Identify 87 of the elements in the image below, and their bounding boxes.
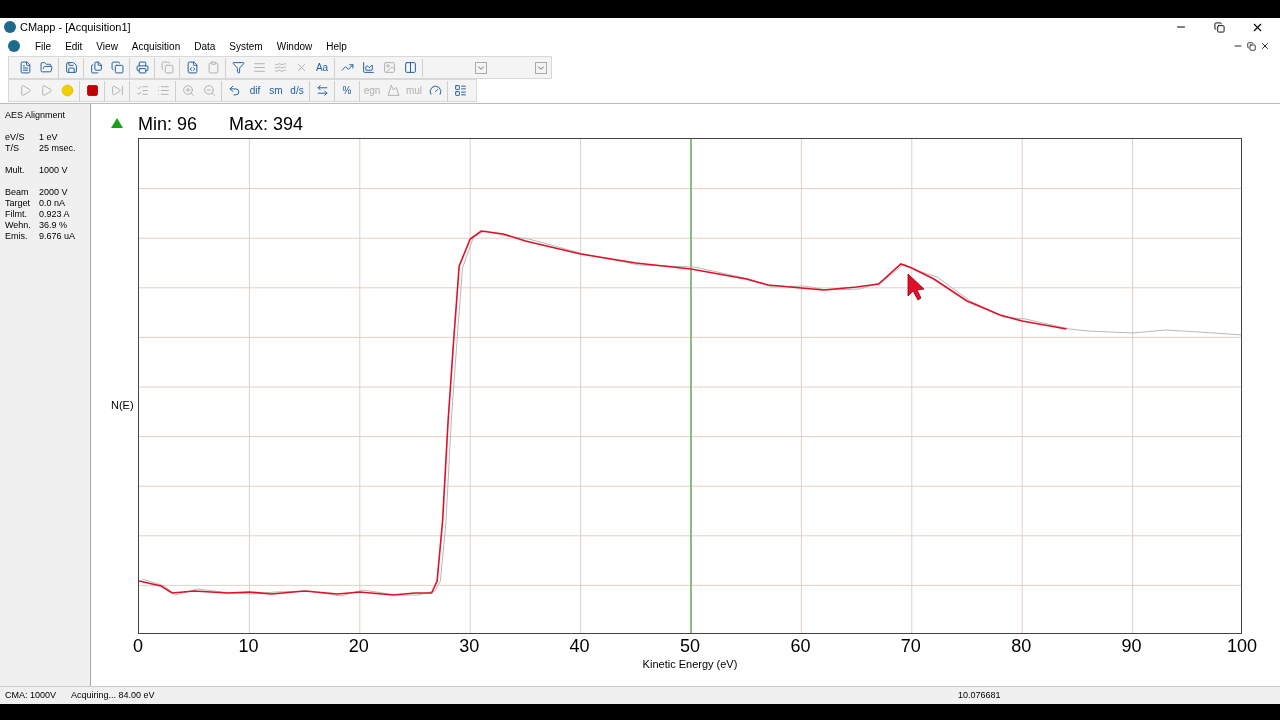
circle-icon <box>60 84 74 97</box>
x-tick-label: 10 <box>238 636 259 656</box>
menu-item[interactable]: Window <box>269 38 320 54</box>
parameter-value: 0.0 nA <box>39 198 66 209</box>
text-tool-button[interactable]: % <box>337 80 357 101</box>
x-tick-label: 90 <box>1121 636 1142 656</box>
restore-icon <box>1213 21 1225 33</box>
menu-item[interactable]: Edit <box>58 38 90 54</box>
chevron-icon <box>475 61 487 74</box>
panel-title: AES Alignment <box>5 110 67 121</box>
cursor-icon <box>907 273 925 301</box>
copy-icon <box>160 61 174 74</box>
x-tick-label: 100 <box>1227 636 1257 656</box>
columns-icon <box>403 61 417 74</box>
x-tick-label: 40 <box>569 636 590 656</box>
checklist-icon <box>135 84 149 97</box>
zoom-out-icon <box>202 84 216 97</box>
funnel-icon <box>231 61 245 74</box>
x-tick-label: 20 <box>348 636 369 656</box>
parameter-value: 1 eV <box>39 132 58 143</box>
parameter-value: 36.9 % <box>39 220 68 231</box>
parameter-label: Target <box>5 198 31 209</box>
triangle-icon <box>111 118 123 128</box>
x-tick-label: 70 <box>900 636 921 656</box>
menu-item[interactable]: Data <box>187 38 223 54</box>
list-icon <box>156 84 170 97</box>
area-chart-icon <box>361 61 375 74</box>
zoom-in-icon <box>181 84 195 97</box>
parameter-label: Filmt. <box>5 209 28 220</box>
status-text: Acquiring... 84.00 eV <box>71 688 156 702</box>
arrows-icon <box>315 84 329 97</box>
parameter-value: 9.676 uA <box>39 231 76 242</box>
menu-item[interactable]: View <box>89 38 125 54</box>
parameter-label: Wehn. <box>5 220 32 231</box>
x-axis-label: Kinetic Energy (eV) <box>642 657 738 672</box>
parameter-value: 1000 V <box>39 165 68 176</box>
text-tool-button[interactable]: sm <box>266 80 286 101</box>
restore-icon[interactable] <box>1247 41 1256 51</box>
peaks-icon <box>386 84 400 97</box>
min-reading: Min: 96 <box>138 113 199 136</box>
parameter-label: Mult. <box>5 165 26 176</box>
play-icon <box>18 84 32 97</box>
text-tool-button[interactable]: Aa <box>312 57 332 78</box>
x-tick-label: 80 <box>1011 636 1032 656</box>
parameter-label: T/S <box>5 143 20 154</box>
parameter-label: eV/S <box>5 132 26 143</box>
line-chart-icon <box>340 61 354 74</box>
copy-icon <box>110 61 124 74</box>
code-document-icon <box>185 61 199 74</box>
undo-icon <box>227 84 241 97</box>
play-icon <box>39 84 53 97</box>
text-tool-button[interactable]: d/s <box>287 80 307 101</box>
folder-icon <box>39 61 53 74</box>
lines-icon <box>252 61 266 74</box>
max-reading: Max: 394 <box>229 113 304 136</box>
x-tick-label: 0 <box>133 636 143 656</box>
x-tick-label: 60 <box>790 636 811 656</box>
parameter-value: 0.923 A <box>39 209 70 220</box>
image-icon <box>382 61 396 74</box>
printer-icon <box>135 61 149 74</box>
window-title: CMapp - [Acquisition1] <box>20 19 131 35</box>
close-icon[interactable] <box>1260 41 1270 51</box>
clipboard-icon <box>206 61 220 74</box>
status-text: 10.076681 <box>958 688 1001 702</box>
document-icon <box>18 61 32 74</box>
app-logo-icon <box>4 21 16 33</box>
stop-icon <box>85 84 99 97</box>
x-tick-label: 50 <box>680 636 700 656</box>
status-text: CMA: 1000V <box>5 688 58 702</box>
parameter-label: Emis. <box>5 231 29 242</box>
parameter-label: Beam <box>5 187 30 198</box>
wave-icon <box>273 61 287 74</box>
parameter-value: 2000 V <box>39 187 68 198</box>
panel-icon <box>453 84 467 97</box>
menu-item[interactable]: File <box>28 38 59 54</box>
document-logo-icon <box>8 40 20 52</box>
text-tool-button[interactable]: dif <box>245 80 265 101</box>
menu-item[interactable]: Acquisition <box>124 38 188 54</box>
y-axis-label: N(E) <box>111 398 134 413</box>
gauge-icon <box>428 84 442 97</box>
chevron-icon <box>535 61 547 74</box>
parameter-value: 25 msec. <box>39 143 76 154</box>
skip-icon <box>110 84 124 97</box>
x-tick-label: 30 <box>459 636 480 656</box>
menu-item[interactable]: System <box>222 38 270 54</box>
documents-icon <box>89 61 103 74</box>
menu-item[interactable]: Help <box>319 38 354 54</box>
